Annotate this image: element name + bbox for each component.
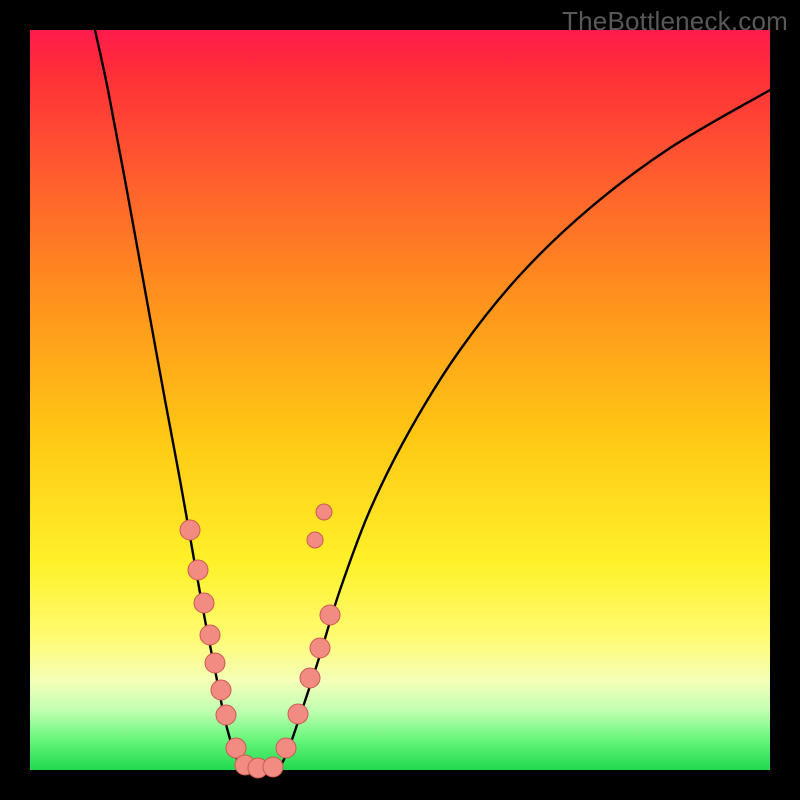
curve-dots-group xyxy=(180,504,340,778)
curve-dot xyxy=(200,625,220,645)
watermark-text: TheBottleneck.com xyxy=(562,6,788,37)
curve-dot xyxy=(320,605,340,625)
curve-dot xyxy=(205,653,225,673)
curve-dot xyxy=(263,757,283,777)
curve-dot xyxy=(180,520,200,540)
curve-dot xyxy=(300,668,320,688)
curve-dot xyxy=(194,593,214,613)
bottleneck-curve-svg xyxy=(30,30,770,770)
curve-dot xyxy=(216,705,236,725)
bottleneck-curve xyxy=(95,30,770,769)
curve-dot xyxy=(288,704,308,724)
curve-dot xyxy=(211,680,231,700)
plot-area xyxy=(30,30,770,770)
curve-dot xyxy=(310,638,330,658)
curve-dot xyxy=(316,504,332,520)
curve-dot xyxy=(188,560,208,580)
chart-frame: TheBottleneck.com xyxy=(0,0,800,800)
curve-dot xyxy=(276,738,296,758)
curve-dot xyxy=(307,532,323,548)
